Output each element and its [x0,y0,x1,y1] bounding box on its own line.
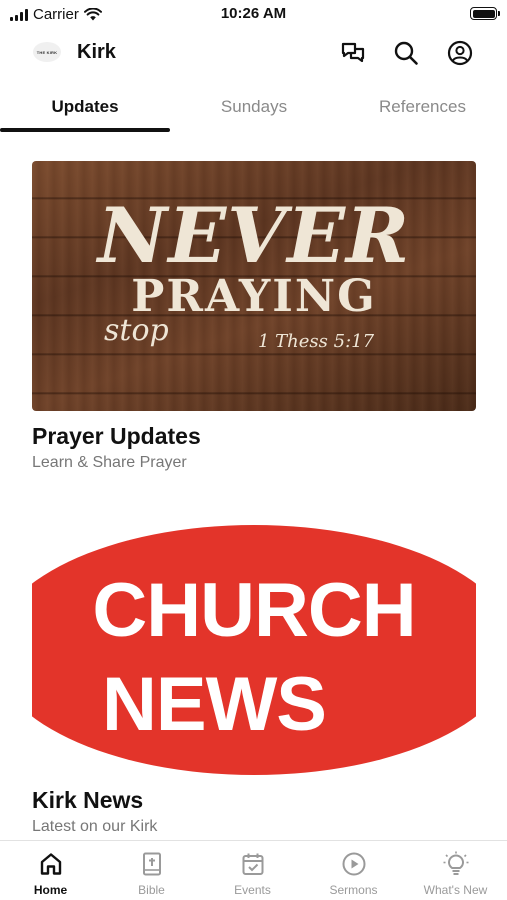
app-logo: THE KIRK [33,42,61,62]
play-icon [341,851,367,877]
chat-bubbles-icon [341,42,365,63]
status-time: 10:26 AM [220,5,287,22]
image-text-reference: 1 Thess 5:17 [258,331,375,352]
nav-label: Bible [138,883,165,897]
bible-icon [139,851,165,877]
messages-button[interactable] [338,38,368,68]
calendar-icon [240,851,266,877]
image-text-church: CHURCH [92,568,416,653]
profile-button[interactable] [445,38,475,68]
card-title[interactable]: Prayer Updates [32,423,476,450]
active-tab-indicator [0,128,170,132]
tab-bar: Updates Sundays References [0,84,507,132]
battery-icon [470,7,500,20]
nav-home[interactable]: Home [0,841,101,900]
profile-icon [447,40,473,66]
tab-updates[interactable]: Updates [0,84,170,130]
nav-bible[interactable]: Bible [101,841,202,900]
image-text-never: NEVER [97,191,411,280]
prayer-updates-image[interactable]: NEVER stop PRAYING 1 Thess 5:17 [32,161,476,411]
nav-sermons[interactable]: Sermons [303,841,404,900]
nav-label: Sermons [329,883,378,897]
search-button[interactable] [391,38,421,68]
nav-label: What's New [423,883,488,897]
tab-references[interactable]: References [338,84,507,130]
bottom-nav: Home Bible Events Sermons What's New [0,840,507,900]
home-icon [38,851,64,877]
kirk-news-image[interactable]: CHURCH NEWS [32,525,476,775]
kirk-news-card[interactable]: CHURCH NEWS Kirk News Latest on our Kirk [32,525,476,836]
status-bar: Carrier 10:26 AM [0,0,507,30]
image-text-news: NEWS [102,662,327,747]
card-subtitle: Latest on our Kirk [32,818,158,835]
tab-sundays[interactable]: Sundays [170,84,338,130]
lightbulb-icon [443,851,469,877]
card-title[interactable]: Kirk News [32,787,476,814]
nav-whats-new[interactable]: What's New [404,841,507,900]
nav-label: Home [33,883,68,897]
card-subtitle: Learn & Share Prayer [32,454,187,471]
app-title: Kirk [77,41,116,63]
nav-label: Events [234,883,271,897]
search-icon [394,41,418,65]
prayer-updates-card[interactable]: NEVER stop PRAYING 1 Thess 5:17 Prayer U… [32,161,476,472]
nav-events[interactable]: Events [202,841,303,900]
app-header: THE KIRK Kirk [0,30,507,76]
image-text-praying: PRAYING [131,271,377,322]
